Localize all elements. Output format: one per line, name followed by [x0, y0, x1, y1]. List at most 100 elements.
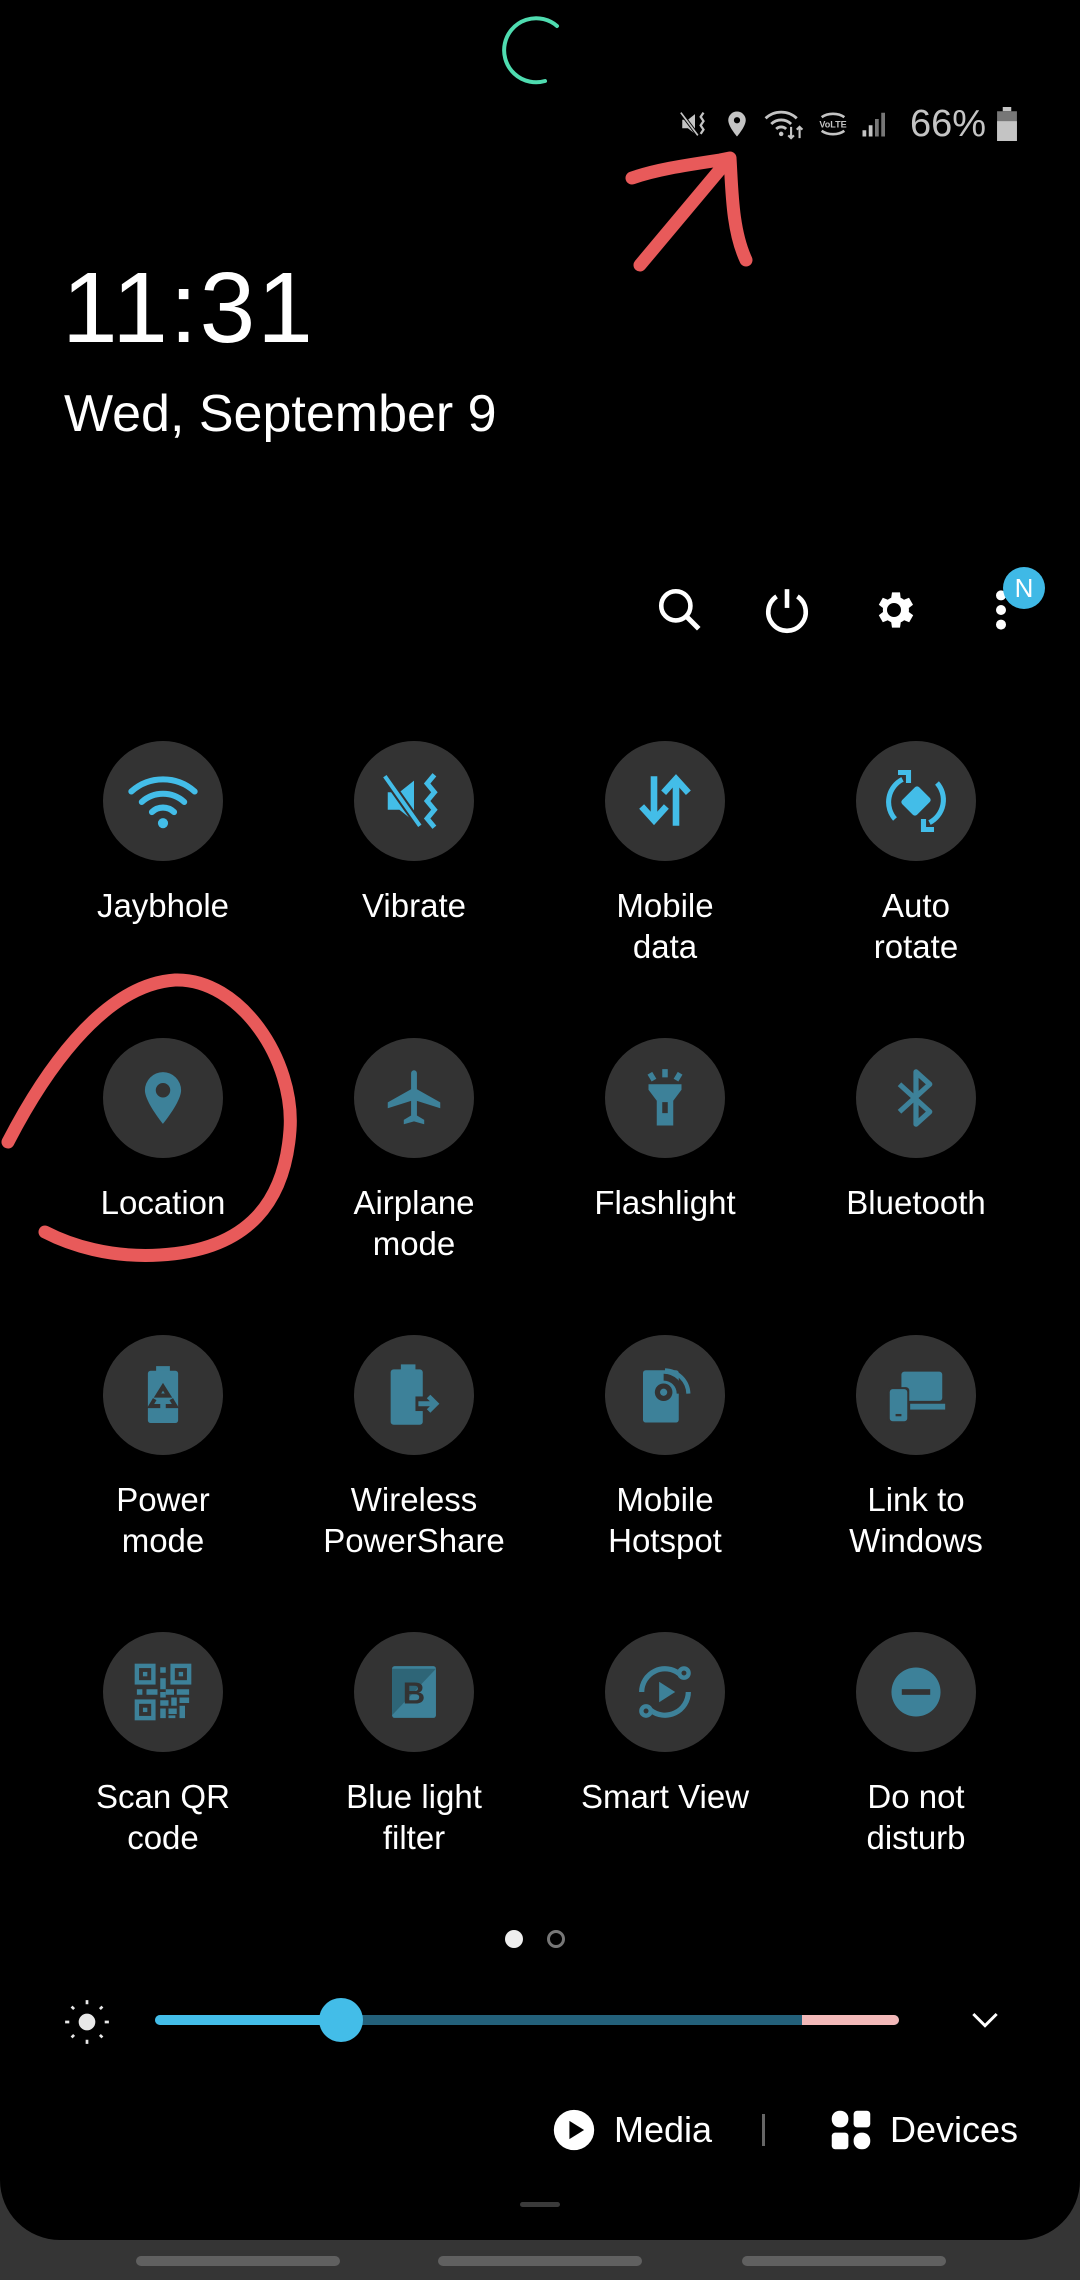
tile-wifi-circle[interactable]: [103, 741, 223, 861]
svg-text:VoLTE: VoLTE: [819, 119, 846, 129]
tile-power-mode[interactable]: Power mode: [38, 1335, 288, 1561]
tile-bluetooth[interactable]: Bluetooth: [791, 1038, 1041, 1223]
brightness-sun-icon: [65, 2000, 109, 2044]
devices-button[interactable]: Devices: [830, 2100, 1018, 2160]
tile-link-to-windows-circle[interactable]: [856, 1335, 976, 1455]
clock-time: 11:31: [62, 252, 315, 364]
tile-power-mode-circle[interactable]: [103, 1335, 223, 1455]
gear-icon: [878, 592, 914, 628]
wifi-data-icon: [764, 110, 804, 140]
tile-scan-qr-code-circle[interactable]: [103, 1632, 223, 1752]
page-indicator: [505, 1930, 565, 1948]
clock-date: Wed, September 9: [64, 385, 497, 443]
tile-auto-rotate[interactable]: Auto rotate: [791, 741, 1041, 967]
loading-spinner-icon: [502, 16, 559, 85]
flashlight-icon: [647, 1069, 683, 1126]
brightness-slider-fill: [155, 2015, 341, 2025]
mobile-data-icon: [639, 774, 691, 826]
do-not-disturb-icon: [891, 1667, 941, 1717]
tile-smart-view-circle[interactable]: [605, 1632, 725, 1752]
tile-location-circle[interactable]: [103, 1038, 223, 1158]
tile-label: Mobile data: [616, 887, 714, 965]
location-icon: [728, 111, 746, 137]
tile-label: Jaybhole: [96, 887, 230, 924]
page-dot-inactive[interactable]: [547, 1930, 565, 1948]
media-button[interactable]: Media: [552, 2100, 712, 2160]
power-icon: [765, 589, 809, 634]
vibrate-icon: [381, 773, 438, 829]
qr-code-icon: [134, 1663, 192, 1721]
vibrate-mute-icon: [679, 111, 705, 137]
tile-label: Location: [100, 1184, 226, 1221]
play-circle-icon: [553, 2109, 595, 2151]
wireless-powershare-icon: [390, 1364, 440, 1425]
location-icon: [144, 1072, 182, 1124]
tile-blue-light-filter[interactable]: B Blue light filter: [289, 1632, 539, 1858]
tile-scan-qr-code[interactable]: Scan QR code: [38, 1632, 288, 1858]
tile-label: Do not disturb: [866, 1778, 966, 1856]
notification-badge: N: [1003, 567, 1045, 609]
tile-mobile-hotspot[interactable]: Mobile Hotspot: [540, 1335, 790, 1561]
quick-actions-bar: [0, 575, 1080, 645]
search-button[interactable]: [645, 575, 715, 645]
tile-label: Blue light filter: [346, 1778, 482, 1856]
expand-chevron-down-icon[interactable]: [965, 1999, 1005, 2039]
tile-flashlight-circle[interactable]: [605, 1038, 725, 1158]
tile-mobile-data[interactable]: Mobile data: [540, 741, 790, 967]
signal-icon: [862, 112, 885, 137]
tile-blue-light-filter-circle[interactable]: B: [354, 1632, 474, 1752]
brightness-slider-track[interactable]: [155, 2015, 899, 2025]
tile-label: Flashlight: [594, 1184, 736, 1221]
nav-bar-center[interactable]: [438, 2256, 642, 2266]
devices-grid-icon: [831, 2110, 871, 2150]
battery-percent: 66%: [909, 102, 986, 145]
tile-label: Vibrate: [362, 887, 466, 924]
tile-wifi[interactable]: Jaybhole: [38, 741, 288, 926]
tile-label: Auto rotate: [873, 887, 959, 965]
brightness-slider-thumb[interactable]: [319, 1998, 363, 2042]
nav-bar-right[interactable]: [742, 2256, 946, 2266]
tile-vibrate[interactable]: Vibrate: [289, 741, 539, 926]
tile-label: Wireless PowerShare: [323, 1481, 505, 1559]
panel-drag-handle[interactable]: [520, 2202, 560, 2207]
tile-auto-rotate-circle[interactable]: [856, 741, 976, 861]
tile-wireless-powershare[interactable]: Wireless PowerShare: [289, 1335, 539, 1561]
tile-label: Bluetooth: [846, 1184, 986, 1221]
tile-label: Smart View: [580, 1778, 750, 1815]
tile-flashlight[interactable]: Flashlight: [540, 1038, 790, 1223]
brightness-high-zone: [802, 2015, 899, 2025]
page-dot-active[interactable]: [505, 1930, 523, 1948]
volte-icon: VoLTE: [819, 112, 847, 136]
tile-smart-view[interactable]: Smart View: [540, 1632, 790, 1817]
tile-label: Power mode: [116, 1481, 210, 1559]
tile-wireless-powershare-circle[interactable]: [354, 1335, 474, 1455]
tile-airplane-mode[interactable]: Airplane mode: [289, 1038, 539, 1264]
auto-rotate-icon: [886, 769, 946, 833]
smart-view-icon: [639, 1666, 691, 1718]
tile-location[interactable]: Location: [38, 1038, 288, 1223]
tile-mobile-hotspot-circle[interactable]: [605, 1335, 725, 1455]
airplane-icon: [387, 1070, 441, 1125]
devices-label: Devices: [890, 2109, 1019, 2150]
link-to-windows-icon: [887, 1371, 946, 1424]
tile-link-to-windows[interactable]: Link to Windows: [791, 1335, 1041, 1561]
tile-do-not-disturb[interactable]: Do not disturb: [791, 1632, 1041, 1858]
tile-label: Airplane mode: [353, 1184, 475, 1262]
blue-light-filter-icon: B: [392, 1666, 436, 1718]
settings-button[interactable]: [859, 575, 929, 645]
tile-airplane-mode-circle[interactable]: [354, 1038, 474, 1158]
wifi-icon: [128, 776, 198, 829]
tile-do-not-disturb-circle[interactable]: [856, 1632, 976, 1752]
svg-text:B: B: [403, 1676, 425, 1711]
tile-mobile-data-circle[interactable]: [605, 741, 725, 861]
tile-label: Scan QR code: [96, 1778, 230, 1856]
media-devices-bar: Media Devices: [0, 2100, 1080, 2160]
power-button[interactable]: [752, 575, 822, 645]
tile-label: Link to Windows: [849, 1481, 983, 1559]
tile-vibrate-circle[interactable]: [354, 741, 474, 861]
nav-bar-left[interactable]: [136, 2256, 340, 2266]
battery-icon: [997, 107, 1017, 141]
tile-bluetooth-circle[interactable]: [856, 1038, 976, 1158]
divider: [762, 2114, 765, 2146]
media-label: Media: [614, 2109, 713, 2150]
